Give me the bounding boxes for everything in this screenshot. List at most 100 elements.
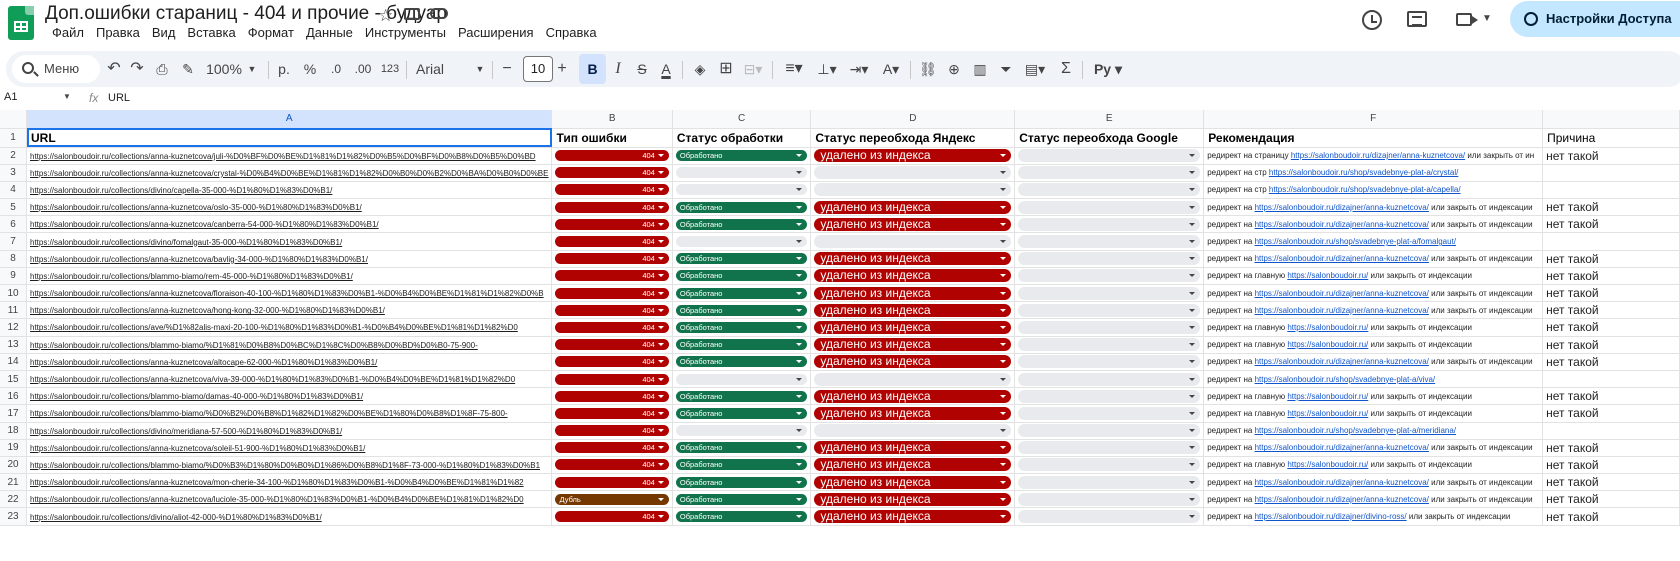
reason-cell[interactable] xyxy=(1542,370,1680,389)
row-header[interactable]: 19 xyxy=(0,439,27,457)
google-chip-empty[interactable] xyxy=(1018,149,1201,163)
chevron-down-icon[interactable]: ▼ xyxy=(1482,13,1492,24)
url-link[interactable]: https://salonboudoir.ru/collections/anna… xyxy=(30,169,548,178)
recommendation-cell[interactable]: редирект на https://salonboudoir.ru/diza… xyxy=(1203,439,1544,457)
header-type[interactable]: Тип ошибки xyxy=(551,128,673,148)
status-cell[interactable]: Обработано xyxy=(672,387,812,406)
status-cell[interactable]: Обработано xyxy=(672,456,812,475)
status-chip[interactable]: Обработано xyxy=(675,321,808,333)
rec-link[interactable]: https://salonboudoir.ru/dizajner/anna-ku… xyxy=(1255,203,1429,212)
recommendation-cell[interactable]: редирект на главную https://salonboudoir… xyxy=(1203,318,1544,337)
sheets-logo-icon[interactable] xyxy=(8,6,34,40)
row-header[interactable]: 21 xyxy=(0,473,27,492)
url-link[interactable]: https://salonboudoir.ru/collections/anna… xyxy=(30,203,362,212)
error-type-cell[interactable]: 404 xyxy=(551,439,673,457)
rec-link[interactable]: https://salonboudoir.ru/dizajner/anna-ku… xyxy=(1255,495,1429,504)
status-chip[interactable]: Обработано xyxy=(675,476,808,488)
error-type-chip[interactable]: 404 xyxy=(555,339,669,351)
url-link[interactable]: https://salonboudoir.ru/collections/divi… xyxy=(30,513,322,522)
reason-cell[interactable]: нет такой xyxy=(1542,456,1680,475)
google-chip-empty[interactable] xyxy=(1018,320,1201,334)
column-header-a[interactable]: A xyxy=(26,110,553,129)
rec-link[interactable]: https://salonboudoir.ru/ xyxy=(1287,271,1368,280)
yandex-chip-empty[interactable] xyxy=(814,166,1012,180)
status-cell[interactable]: Обработано xyxy=(672,147,812,165)
status-chip[interactable]: Обработано xyxy=(675,253,808,265)
row-header[interactable]: 5 xyxy=(0,198,27,217)
header-reason[interactable]: Причина xyxy=(1542,128,1680,148)
error-type-cell[interactable]: 404 xyxy=(551,164,673,182)
error-type-cell[interactable]: 404 xyxy=(551,147,673,165)
redo-icon[interactable]: ↷ xyxy=(127,51,147,87)
url-link[interactable]: https://salonboudoir.ru/collections/divi… xyxy=(30,238,342,247)
yandex-cell[interactable] xyxy=(810,164,1016,182)
row-header[interactable]: 12 xyxy=(0,318,27,337)
status-chip[interactable]: Обработано xyxy=(675,356,808,368)
row-header[interactable]: 20 xyxy=(0,456,27,475)
status-cell[interactable] xyxy=(672,164,812,182)
url-link[interactable]: https://salonboudoir.ru/collections/blam… xyxy=(30,392,363,401)
error-type-chip[interactable]: 404 xyxy=(555,407,669,419)
url-cell[interactable]: https://salonboudoir.ru/collections/blam… xyxy=(26,456,553,475)
error-type-chip[interactable]: 404 xyxy=(555,390,669,402)
recommendation-cell[interactable]: редирект на стр https://salonboudoir.ru/… xyxy=(1203,181,1544,200)
google-chip-empty[interactable] xyxy=(1018,200,1201,214)
status-cell[interactable]: Обработано xyxy=(672,301,812,320)
menu-item[interactable]: Данные xyxy=(300,23,359,43)
error-type-chip[interactable]: 404 xyxy=(555,373,669,385)
url-cell[interactable]: https://salonboudoir.ru/collections/blam… xyxy=(26,336,553,354)
comments-icon[interactable] xyxy=(1407,11,1427,27)
error-type-cell[interactable]: 404 xyxy=(551,284,673,303)
google-chip-empty[interactable] xyxy=(1018,235,1201,249)
url-cell[interactable]: https://salonboudoir.ru/collections/divi… xyxy=(26,232,553,251)
reason-cell[interactable]: нет такой xyxy=(1542,215,1680,234)
google-cell[interactable] xyxy=(1014,507,1205,526)
reason-cell[interactable]: нет такой xyxy=(1542,267,1680,286)
google-cell[interactable] xyxy=(1014,336,1205,354)
google-chip-empty[interactable] xyxy=(1018,510,1201,524)
reason-cell[interactable]: нет такой xyxy=(1542,147,1680,165)
google-cell[interactable] xyxy=(1014,232,1205,251)
status-chip[interactable]: Обработано xyxy=(675,201,808,213)
url-link[interactable]: https://salonboudoir.ru/collections/anna… xyxy=(30,220,379,229)
yandex-chip[interactable]: удалено из индекса xyxy=(814,492,1012,506)
url-cell[interactable]: https://salonboudoir.ru/collections/divi… xyxy=(26,422,553,440)
status-cell[interactable]: Обработано xyxy=(672,439,812,457)
status-chip[interactable]: Обработано xyxy=(675,407,808,419)
status-chip[interactable]: Обработано xyxy=(675,493,808,505)
error-type-chip[interactable]: Дубль xyxy=(555,493,669,505)
column-header-f[interactable]: F xyxy=(1203,110,1544,129)
error-type-cell[interactable]: 404 xyxy=(551,301,673,320)
error-type-chip[interactable]: 404 xyxy=(555,236,669,248)
text-wrap-icon[interactable]: ⇥▾ xyxy=(846,51,872,87)
status-chip-empty[interactable] xyxy=(675,184,808,196)
rec-link[interactable]: https://salonboudoir.ru/ xyxy=(1287,392,1368,401)
reason-cell[interactable]: нет такой xyxy=(1542,387,1680,406)
row-header[interactable]: 7 xyxy=(0,232,27,251)
status-chip-empty[interactable] xyxy=(675,236,808,248)
yandex-cell[interactable]: удалено из индекса xyxy=(810,404,1016,423)
recommendation-cell[interactable]: редирект на главную https://salonboudoir… xyxy=(1203,336,1544,354)
recommendation-cell[interactable]: редирект на https://salonboudoir.ru/diza… xyxy=(1203,215,1544,234)
rec-link[interactable]: https://salonboudoir.ru/shop/svadebnye-p… xyxy=(1255,426,1456,435)
filter-icon[interactable]: ⏷ xyxy=(996,51,1016,87)
bold-button[interactable]: B xyxy=(579,54,606,84)
yandex-cell[interactable] xyxy=(810,422,1016,440)
error-type-cell[interactable]: 404 xyxy=(551,387,673,406)
recommendation-cell[interactable]: редирект на главную https://salonboudoir… xyxy=(1203,404,1544,423)
increase-font-size-icon[interactable]: + xyxy=(555,51,569,87)
error-type-chip[interactable]: 404 xyxy=(555,304,669,316)
reason-cell[interactable] xyxy=(1542,422,1680,440)
url-link[interactable]: https://salonboudoir.ru/collections/anna… xyxy=(30,495,524,504)
google-chip-empty[interactable] xyxy=(1018,458,1201,472)
recommendation-cell[interactable]: редирект на главную https://salonboudoir… xyxy=(1203,267,1544,286)
error-type-chip[interactable]: 404 xyxy=(555,201,669,213)
yandex-chip[interactable]: удалено из индекса xyxy=(814,475,1012,489)
reason-cell[interactable] xyxy=(1542,164,1680,182)
google-cell[interactable] xyxy=(1014,370,1205,389)
google-cell[interactable] xyxy=(1014,439,1205,457)
status-chip[interactable]: Обработано xyxy=(675,218,808,230)
url-cell[interactable]: https://salonboudoir.ru/collections/anna… xyxy=(26,284,553,303)
google-cell[interactable] xyxy=(1014,456,1205,475)
menu-item[interactable]: Вставка xyxy=(181,23,241,43)
